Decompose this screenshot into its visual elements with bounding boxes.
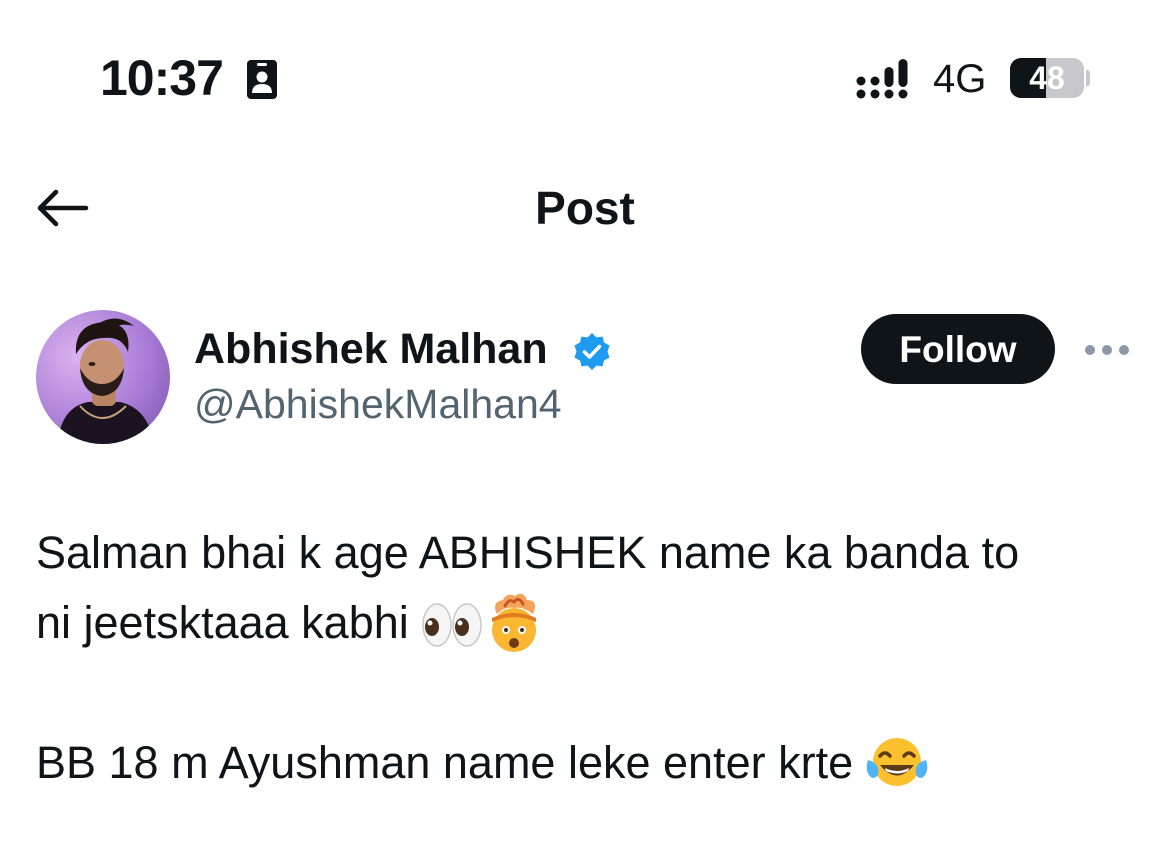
eyes-emoji-icon — [422, 603, 483, 647]
signal-strength-icon — [856, 58, 914, 100]
battery-percentage: 48 — [1029, 60, 1065, 96]
follow-button[interactable]: Follow — [861, 314, 1055, 384]
page-title: Post — [535, 182, 635, 234]
post-text-segment: BB 18 m Ayushman name leke enter krte — [36, 737, 854, 788]
contact-card-icon — [246, 58, 278, 100]
author-display-name[interactable]: Abhishek Malhan — [194, 324, 548, 374]
battery-icon: 48 — [1010, 58, 1084, 98]
post-text-line: Salman bhai k age ABHISHEK name ka banda… — [36, 527, 1020, 578]
post-text-segment: ni jeetsktaaa kabhi — [36, 597, 409, 648]
network-type: 4G — [933, 57, 987, 101]
tears-of-joy-emoji-icon — [866, 738, 927, 786]
post-text: Salman bhai k age ABHISHEK name ka banda… — [36, 518, 1146, 798]
more-options-button[interactable] — [1082, 330, 1132, 370]
status-time: 10:37 — [100, 50, 224, 106]
verified-badge-icon — [571, 331, 613, 373]
post-text-line: ni jeetsktaaa kabhi — [36, 588, 1146, 658]
author-handle[interactable]: @AbhishekMalhan4 — [194, 380, 562, 428]
battery-tip — [1086, 70, 1090, 86]
post-text-line: BB 18 m Ayushman name leke enter krte — [36, 728, 1146, 798]
post-detail-screen: 10:37 4G 48 Post Abhishek Malhan @Abhish… — [0, 0, 1170, 862]
ellipsis-icon — [1085, 345, 1129, 355]
exploding-head-emoji-icon — [492, 593, 537, 652]
avatar[interactable] — [36, 310, 170, 444]
